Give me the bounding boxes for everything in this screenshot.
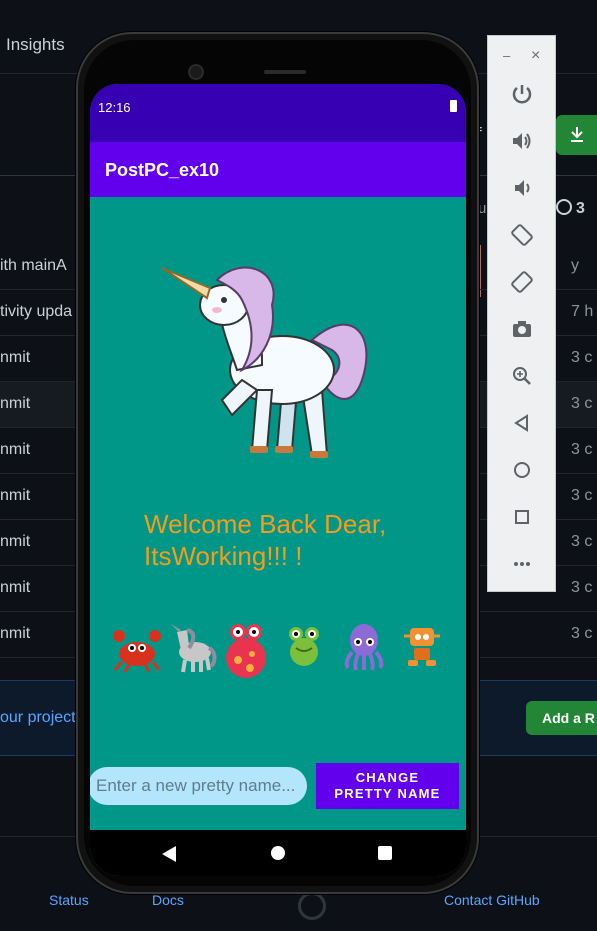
phone-screen: 12:16 PostPC_ex10 Welcome Back Dear, Its… (90, 84, 466, 876)
change-pretty-name-button[interactable]: CHANGE PRETTY NAME (316, 763, 459, 809)
robot-icon[interactable] (404, 622, 440, 668)
commit-history-link[interactable]: 3 (556, 199, 585, 218)
commit-age: 3 c (571, 349, 593, 366)
home-icon[interactable] (510, 458, 534, 482)
github-logo-icon (298, 892, 326, 920)
unicorn-image (162, 266, 368, 458)
commit-age: 3 c (571, 625, 593, 642)
commit-message[interactable]: nmit (0, 441, 30, 459)
commit-age: 3 c (571, 441, 593, 458)
volume-up-icon[interactable] (510, 129, 534, 153)
partial-header-text: u (478, 200, 487, 217)
commit-age: 3 c (571, 579, 593, 596)
commit-age: 3 c (571, 533, 593, 550)
rotate-left-icon[interactable] (510, 223, 534, 247)
commit-age: 7 h (571, 303, 594, 320)
tab-insights[interactable]: Insights (6, 35, 65, 55)
commit-message[interactable]: nmit (0, 487, 30, 505)
nav-back-icon[interactable] (162, 846, 176, 862)
overview-icon[interactable] (510, 505, 534, 529)
welcome-message: Welcome Back Dear, ItsWorking!!! ! (144, 508, 444, 572)
status-time: 12:16 (98, 100, 131, 115)
front-camera-icon (188, 64, 204, 80)
welcome-line-2: ItsWorking!!! ! (144, 541, 303, 571)
crab-icon[interactable] (113, 622, 161, 674)
commit-message[interactable]: nmit (0, 625, 30, 643)
frog-icon[interactable] (286, 622, 322, 668)
pretty-name-input[interactable] (90, 767, 307, 805)
history-count: 3 (576, 200, 585, 217)
add-readme-button[interactable]: Add a R (526, 701, 597, 735)
android-nav-bar (90, 830, 466, 876)
monster-icon[interactable] (222, 622, 270, 680)
earpiece-speaker (264, 70, 306, 74)
power-icon[interactable] (510, 82, 534, 106)
zoom-icon[interactable] (510, 364, 534, 388)
commit-message[interactable]: ith mainA (0, 257, 67, 275)
battery-icon (450, 100, 457, 112)
nav-overview-icon[interactable] (378, 846, 392, 860)
character-picker (110, 622, 450, 682)
change-button-line-1: CHANGE (355, 770, 420, 785)
commit-age: 3 c (571, 395, 593, 412)
rotate-right-icon[interactable] (510, 270, 534, 294)
commit-message[interactable]: nmit (0, 395, 30, 413)
commit-message[interactable]: nmit (0, 533, 30, 551)
commit-message[interactable]: tivity upda (0, 303, 72, 321)
status-bar: 12:16 (90, 84, 466, 142)
unicorn-icon[interactable] (167, 622, 217, 674)
volume-down-icon[interactable] (510, 176, 534, 200)
footer-status-link[interactable]: Status (49, 892, 89, 908)
more-icon[interactable] (510, 552, 534, 576)
minimize-button[interactable]: – (503, 48, 510, 63)
download-icon (571, 127, 583, 142)
footer-contact-link[interactable]: Contact GitHub (444, 892, 540, 908)
app-title: PostPC_ex10 (105, 160, 220, 180)
history-icon (556, 199, 572, 215)
banner-text: our project (0, 709, 76, 726)
nav-home-icon[interactable] (271, 846, 285, 860)
camera-icon[interactable] (510, 317, 534, 341)
commit-age: 3 c (571, 487, 593, 504)
download-button[interactable] (556, 115, 597, 155)
commit-message[interactable]: nmit (0, 579, 30, 597)
welcome-line-1: Welcome Back Dear, (144, 509, 387, 539)
footer-docs-link[interactable]: Docs (152, 892, 184, 908)
back-icon[interactable] (510, 411, 534, 435)
emulator-toolbar: – × (487, 35, 556, 592)
change-button-line-2: PRETTY NAME (334, 786, 441, 801)
app-bar: PostPC_ex10 (90, 142, 466, 197)
octopus-icon[interactable] (342, 622, 386, 672)
commit-message[interactable]: nmit (0, 349, 30, 367)
close-button[interactable]: × (531, 47, 540, 65)
commit-age: y (571, 257, 579, 274)
